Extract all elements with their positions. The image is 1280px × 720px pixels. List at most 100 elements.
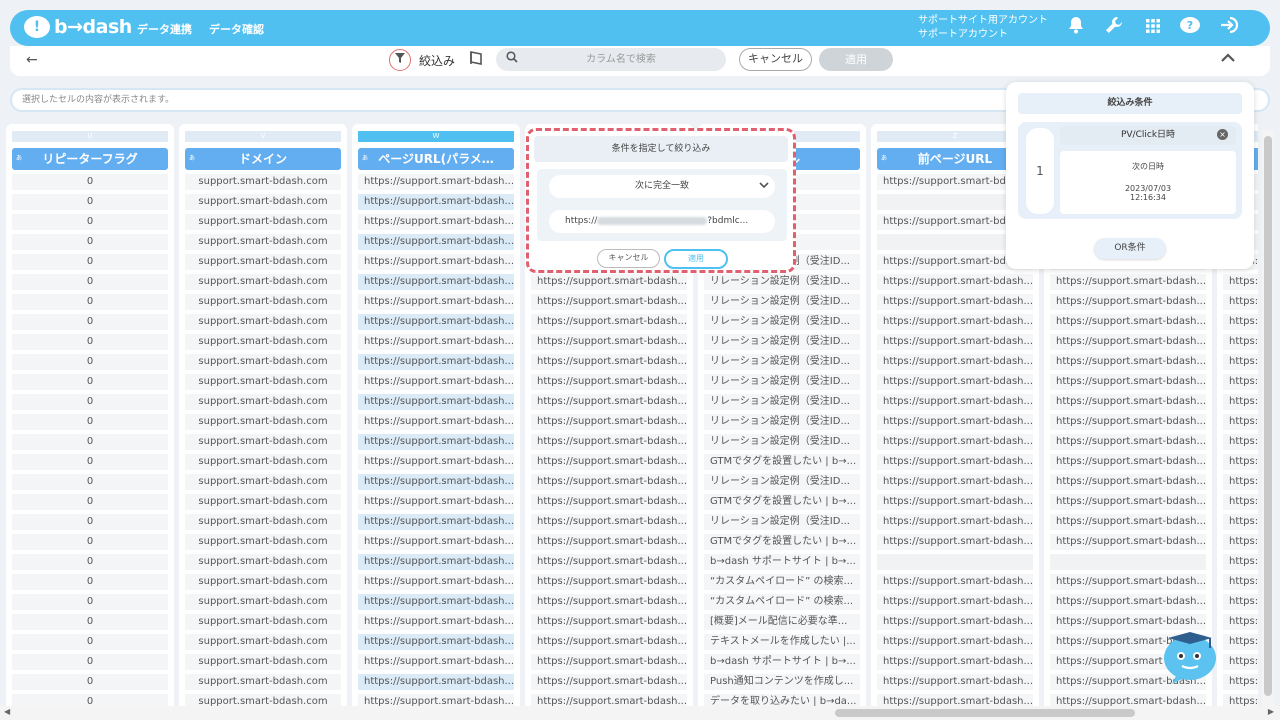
table-cell[interactable]: https://support.smart-bdash...	[1050, 334, 1206, 350]
table-cell[interactable]: https://support.smart-bdash...	[1050, 374, 1206, 390]
bookmark-flag-icon[interactable]	[470, 51, 482, 69]
table-cell[interactable]: GTMでタグを設置したい | b→...	[704, 534, 860, 550]
table-cell[interactable]: 0	[12, 214, 168, 230]
table-cell[interactable]: https://support.smart-bdash...	[1050, 474, 1206, 490]
table-cell[interactable]: https://support.smart-bdash...	[1050, 354, 1206, 370]
table-cell[interactable]: https://support.smart-bdash...	[1050, 494, 1206, 510]
table-cell[interactable]: https://support.smart-bdash...	[877, 634, 1033, 650]
toolbar-cancel-button[interactable]: キャンセル	[739, 48, 812, 71]
table-cell[interactable]: https://support.smart-bdash...	[877, 414, 1033, 430]
column-header[interactable]: あ リピーターフラグ	[12, 148, 168, 170]
table-cell[interactable]: https://support.smart-bdash...	[358, 294, 514, 310]
table-cell[interactable]: https://support.smart-bdash...	[531, 434, 687, 450]
table-cell[interactable]: https://support.smart-bdash...	[877, 454, 1033, 470]
column-letter[interactable]: W	[358, 131, 514, 142]
table-cell[interactable]: 0	[12, 334, 168, 350]
table-cell[interactable]: https://support.smart-bdash...	[358, 374, 514, 390]
close-icon[interactable]: ×	[1217, 129, 1228, 140]
table-cell[interactable]: https://support.smart-bdash...	[358, 234, 514, 250]
table-cell[interactable]: https:	[1223, 374, 1258, 390]
table-cell[interactable]: support.smart-bdash.com	[185, 454, 341, 470]
vertical-scroll-thumb[interactable]	[1264, 136, 1272, 696]
table-cell[interactable]: support.smart-bdash.com	[185, 574, 341, 590]
table-cell[interactable]: https://support.smart-bdash...	[358, 414, 514, 430]
table-cell[interactable]: https://support.smart-bdash...	[358, 434, 514, 450]
table-cell[interactable]: https:	[1223, 354, 1258, 370]
table-cell[interactable]: https://support.smart-bdash...	[358, 354, 514, 370]
back-arrow-icon[interactable]: ←	[26, 52, 38, 68]
table-cell[interactable]: https:	[1223, 454, 1258, 470]
table-cell[interactable]: https://support.smart-bdash...	[877, 474, 1033, 490]
table-cell[interactable]: support.smart-bdash.com	[185, 554, 341, 570]
table-cell[interactable]: リレーション設定例（受注ID...	[704, 294, 860, 310]
table-cell[interactable]: support.smart-bdash.com	[185, 614, 341, 630]
table-cell[interactable]: https:	[1223, 294, 1258, 310]
table-cell[interactable]: https://support.smart-bdash...	[358, 494, 514, 510]
help-chat-icon[interactable]: ?	[1178, 16, 1202, 40]
table-cell[interactable]: support.smart-bdash.com	[185, 394, 341, 410]
table-cell[interactable]: リレーション設定例（受注ID...	[704, 434, 860, 450]
table-cell[interactable]: https://support.smart-bdash...	[358, 654, 514, 670]
grid-icon[interactable]	[1141, 16, 1165, 40]
table-cell[interactable]: https://support.smart-bdash...	[358, 334, 514, 350]
table-cell[interactable]: https:	[1223, 594, 1258, 610]
table-cell[interactable]: https://support.smart-bdash...	[1050, 454, 1206, 470]
table-cell[interactable]: support.smart-bdash.com	[185, 354, 341, 370]
table-cell[interactable]: [概要]メール配信に必要な準...	[704, 614, 860, 630]
table-cell[interactable]: https://support.smart-bdash...	[877, 314, 1033, 330]
table-cell[interactable]: https://support.smart-bdash...	[1050, 294, 1206, 310]
table-cell[interactable]: https://support.smart-bdash...	[531, 554, 687, 570]
table-cell[interactable]: 0	[12, 634, 168, 650]
table-cell[interactable]: 0	[12, 294, 168, 310]
table-cell[interactable]: https://support.smart-bdash...	[531, 474, 687, 490]
table-cell[interactable]: support.smart-bdash.com	[185, 234, 341, 250]
table-cell[interactable]: 0	[12, 434, 168, 450]
table-cell[interactable]: support.smart-bdash.com	[185, 434, 341, 450]
table-cell[interactable]: support.smart-bdash.com	[185, 254, 341, 270]
table-cell[interactable]: https://support.smart-bdash...	[877, 514, 1033, 530]
horizontal-scroll-thumb[interactable]	[835, 709, 1135, 717]
table-cell[interactable]: https:	[1223, 654, 1258, 670]
table-cell[interactable]: https:	[1223, 614, 1258, 630]
table-cell[interactable]: https://support.smart-bdash...	[531, 414, 687, 430]
or-condition-button[interactable]: OR条件	[1094, 238, 1166, 259]
table-cell[interactable]: https://support.smart-bdash...	[877, 274, 1033, 290]
table-cell[interactable]: https://support.smart-bdash...	[1050, 534, 1206, 550]
table-cell[interactable]: 0	[12, 194, 168, 210]
table-cell[interactable]: リレーション設定例（受注ID...	[704, 474, 860, 490]
table-cell[interactable]: https:	[1223, 474, 1258, 490]
table-cell[interactable]: https://support.smart-bdash...	[877, 694, 1033, 706]
table-cell[interactable]: https://support.smart-bdash...	[1050, 394, 1206, 410]
table-cell[interactable]: https://support.smart-bdash...	[358, 214, 514, 230]
table-cell[interactable]: https://support.smart-bdash...	[877, 394, 1033, 410]
table-cell[interactable]: support.smart-bdash.com	[185, 334, 341, 350]
table-cell[interactable]: https://support.smart-bdash...	[877, 374, 1033, 390]
table-cell[interactable]: https://support.smart-bdash...	[531, 614, 687, 630]
table-cell[interactable]: リレーション設定例（受注ID...	[704, 354, 860, 370]
table-cell[interactable]: https://support.smart-bdash...	[1050, 514, 1206, 530]
table-cell[interactable]: “カスタムペイロード” の検索...	[704, 574, 860, 590]
table-cell[interactable]: https://support.smart-bdash...	[358, 554, 514, 570]
table-cell[interactable]: https:	[1223, 334, 1258, 350]
table-cell[interactable]: https://support.smart-bdash...	[358, 514, 514, 530]
table-cell[interactable]: 0	[12, 374, 168, 390]
table-cell[interactable]: https://support.smart-bdash...	[531, 674, 687, 690]
table-cell[interactable]: https://support.smart-bdash...	[358, 274, 514, 290]
table-cell[interactable]: 0	[12, 554, 168, 570]
column-search[interactable]	[496, 48, 726, 71]
table-cell[interactable]: https://support.smart-bdash...	[358, 594, 514, 610]
table-cell[interactable]: 0	[12, 354, 168, 370]
table-cell[interactable]: https://support.smart-bdash...	[877, 334, 1033, 350]
table-cell[interactable]: support.smart-bdash.com	[185, 474, 341, 490]
table-cell[interactable]: https://support.smart-bdash...	[531, 454, 687, 470]
table-cell[interactable]: https://support.smart-bdash...	[531, 494, 687, 510]
table-cell[interactable]: “カスタムペイロード” の検索...	[704, 594, 860, 610]
table-cell[interactable]: support.smart-bdash.com	[185, 654, 341, 670]
table-cell[interactable]: support.smart-bdash.com	[185, 274, 341, 290]
table-cell[interactable]: https:	[1223, 674, 1258, 690]
table-cell[interactable]: GTMでタグを設置したい | b→...	[704, 454, 860, 470]
table-cell[interactable]: https://support.smart-bdash...	[1050, 274, 1206, 290]
bell-icon[interactable]	[1064, 16, 1088, 40]
table-cell[interactable]: https://support.smart-bdash...	[531, 634, 687, 650]
condition-field-name[interactable]: PV/Click日時 ×	[1060, 126, 1236, 145]
